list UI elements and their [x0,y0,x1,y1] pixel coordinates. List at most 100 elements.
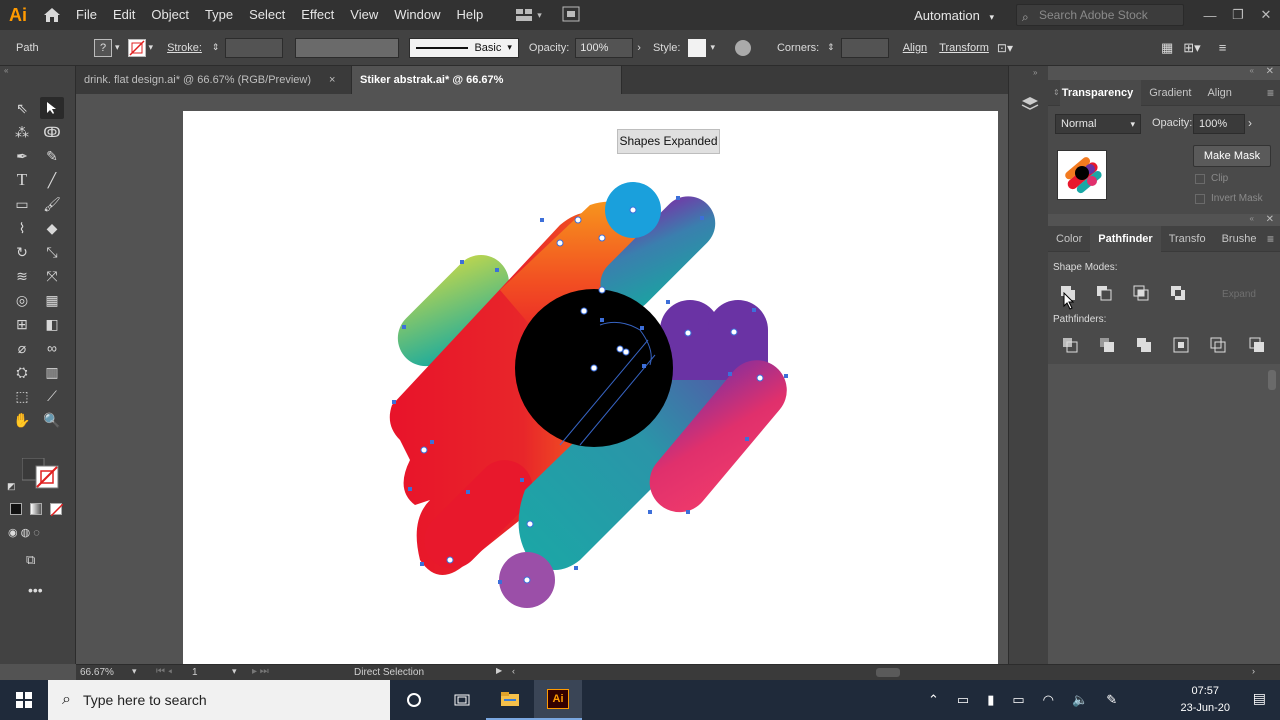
isolate-icon[interactable]: ⊡▾ [997,41,1013,55]
type-tool-icon[interactable]: T [10,169,34,191]
collapse-icon[interactable]: » [1033,68,1037,77]
tab-gradient[interactable]: Gradient [1141,80,1199,106]
menu-type[interactable]: Type [197,0,241,30]
minimize-button[interactable]: — [1196,8,1224,23]
taskbar-search[interactable]: ⌕ Type here to search [48,680,390,720]
restore-button[interactable]: ❐ [1224,7,1252,23]
opacity-chevron-icon[interactable]: › [637,42,641,54]
shaper-tool-icon[interactable]: ⌇ [10,217,34,239]
panel-scrollbar[interactable] [1268,366,1278,656]
align-link[interactable]: Align [903,42,927,54]
intersect-icon[interactable] [1133,285,1149,301]
recolor-artwork-icon[interactable] [734,39,751,56]
menu-file[interactable]: File [68,0,105,30]
expand-button[interactable]: Expand [1208,286,1270,304]
blend-tool-icon[interactable]: ∞ [40,337,64,359]
free-transform-tool-icon[interactable]: ⤧ [40,265,64,287]
canvas-area[interactable]: Shapes Expanded [76,94,1008,664]
screen-mode-icon[interactable]: ⧉ [26,552,35,568]
task-view-icon[interactable] [438,680,486,720]
layers-icon[interactable] [1021,96,1039,115]
variable-width-profile[interactable] [295,37,400,58]
first-artboard-icon[interactable]: ⏮ ◂ [156,666,172,677]
warp-tool-icon[interactable]: ≋ [10,265,34,287]
artboard-number[interactable]: 1 [192,667,198,678]
gpu-icon[interactable] [562,6,580,25]
close-panel-icon[interactable]: ✕ [1266,214,1274,225]
adobe-stock-search[interactable]: ⌕ Search Adobe Stock [1016,4,1184,26]
zoom-tool-icon[interactable]: 🔍 [40,409,64,431]
corners-input[interactable] [840,37,889,58]
eyedropper-tool-icon[interactable]: ⌀ [10,337,34,359]
tab-brushes[interactable]: Brushe [1214,226,1265,252]
distribute-icon[interactable]: ⊞▾ [1183,40,1200,56]
make-mask-button[interactable]: Make Mask [1193,145,1271,167]
tab-align[interactable]: Align [1199,80,1239,106]
menu-view[interactable]: View [342,0,386,30]
zoom-level[interactable]: 66.67% [80,667,114,678]
menu-object[interactable]: Object [143,0,197,30]
minus-back-icon[interactable] [1249,337,1265,353]
paintbrush-tool-icon[interactable]: 🖌 [40,193,64,215]
close-tab-icon[interactable]: × [329,74,335,86]
usb-icon[interactable]: ▮ [987,692,994,708]
artboard[interactable] [183,111,998,664]
pen-icon[interactable]: ✎ [1106,692,1117,708]
collapse-icon[interactable]: « [1250,214,1254,223]
windows-start-icon[interactable] [0,680,48,720]
direct-selection-tool-icon[interactable] [40,97,64,119]
control-panel-menu-icon[interactable]: ≡ [1219,40,1227,55]
lasso-tool-icon[interactable]: ↂ [40,121,64,143]
fill-swatch[interactable]: ? ▾ [94,38,120,57]
drawing-mode-icon[interactable]: ◉ ◍ ◌ [8,526,40,539]
color-mode-icon[interactable] [10,503,22,515]
panel-menu-icon[interactable]: ≡ [1267,232,1274,246]
edit-toolbar-icon[interactable]: ••• [28,582,43,598]
selection-tool-icon[interactable]: ⇖ [10,97,34,119]
outline-icon[interactable] [1210,337,1226,353]
fill-stroke-widget[interactable] [21,457,60,494]
volume-icon[interactable]: 🔈 [1072,692,1088,708]
trim-icon[interactable] [1099,337,1115,353]
opacity-input[interactable]: 100% [575,37,634,58]
tab-pathfinder[interactable]: Pathfinder [1090,225,1161,252]
merge-icon[interactable] [1136,337,1152,353]
stroke-weight-stepper[interactable]: ⇕ [212,42,220,53]
exclude-icon[interactable] [1170,285,1186,301]
scroll-right-icon[interactable]: › [1252,666,1255,676]
workspace-switcher[interactable]: Automation ▾ [914,8,994,23]
tab-color[interactable]: Color [1048,226,1090,252]
wifi-icon[interactable]: ◠ [1043,692,1054,708]
pen-tool-icon[interactable]: ✒ [10,145,34,167]
artwork[interactable] [183,111,998,664]
panel-menu-icon[interactable]: ≡ [1267,86,1274,100]
tab-transparency[interactable]: Transparency [1059,79,1142,106]
horizontal-scrollbar[interactable] [876,668,900,677]
scale-tool-icon[interactable]: ⤡ [40,241,64,263]
line-tool-icon[interactable]: ╱ [40,169,64,191]
hand-tool-icon[interactable]: ✋ [10,409,34,431]
next-artboard-icon[interactable]: ▸ ⏭ [252,666,269,677]
gradient-tool-icon[interactable]: ◧ [40,313,64,335]
eraser-tool-icon[interactable]: ◆ [40,217,64,239]
stroke-swatch[interactable]: ▾ [127,38,153,57]
status-menu-icon[interactable]: ▶ [496,666,502,675]
menu-edit[interactable]: Edit [105,0,143,30]
collapse-icon[interactable]: « [1250,66,1254,75]
none-mode-icon[interactable] [50,503,63,516]
clip-checkbox[interactable]: Clip [1195,173,1228,184]
scroll-left-icon[interactable]: ‹ [512,666,515,676]
transform-link[interactable]: Transform [939,42,989,54]
artboard-tool-icon[interactable]: ⬚ [10,385,34,407]
blend-mode-select[interactable]: Normal ▾ [1055,114,1141,134]
default-colors-icon[interactable]: ◩ [7,481,16,492]
file-explorer-icon[interactable] [486,680,534,720]
chevron-up-icon[interactable]: ⌃ [928,692,939,708]
crop-icon[interactable] [1173,337,1189,353]
menu-select[interactable]: Select [241,0,293,30]
mesh-tool-icon[interactable]: ⊞ [10,313,34,335]
brush-definition[interactable]: Basic ▾ [409,37,519,58]
tab-transform[interactable]: Transfo [1161,226,1214,252]
column-graph-tool-icon[interactable]: ▥ [40,361,64,383]
cortana-icon[interactable] [390,680,438,720]
